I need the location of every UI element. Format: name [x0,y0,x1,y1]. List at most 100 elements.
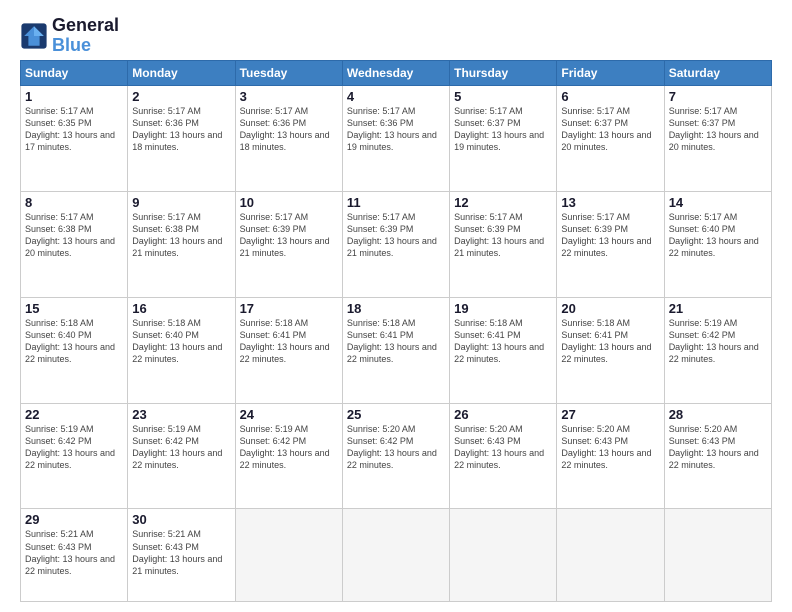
day-number: 26 [454,407,552,422]
calendar-day-cell: 19Sunrise: 5:18 AM Sunset: 6:41 PM Dayli… [450,297,557,403]
day-info: Sunrise: 5:17 AM Sunset: 6:36 PM Dayligh… [347,105,445,154]
day-info: Sunrise: 5:20 AM Sunset: 6:42 PM Dayligh… [347,423,445,472]
calendar-day-cell [557,509,664,602]
calendar-day-cell: 3Sunrise: 5:17 AM Sunset: 6:36 PM Daylig… [235,85,342,191]
day-number: 14 [669,195,767,210]
day-number: 18 [347,301,445,316]
calendar-day-cell: 28Sunrise: 5:20 AM Sunset: 6:43 PM Dayli… [664,403,771,509]
weekday-header: Wednesday [342,60,449,85]
calendar-day-cell: 7Sunrise: 5:17 AM Sunset: 6:37 PM Daylig… [664,85,771,191]
calendar-day-cell: 11Sunrise: 5:17 AM Sunset: 6:39 PM Dayli… [342,191,449,297]
calendar-day-cell: 8Sunrise: 5:17 AM Sunset: 6:38 PM Daylig… [21,191,128,297]
calendar-table: SundayMondayTuesdayWednesdayThursdayFrid… [20,60,772,602]
day-info: Sunrise: 5:21 AM Sunset: 6:43 PM Dayligh… [132,528,230,577]
day-number: 5 [454,89,552,104]
calendar-day-cell: 26Sunrise: 5:20 AM Sunset: 6:43 PM Dayli… [450,403,557,509]
day-info: Sunrise: 5:18 AM Sunset: 6:41 PM Dayligh… [561,317,659,366]
day-number: 16 [132,301,230,316]
day-number: 25 [347,407,445,422]
calendar-day-cell: 6Sunrise: 5:17 AM Sunset: 6:37 PM Daylig… [557,85,664,191]
day-info: Sunrise: 5:21 AM Sunset: 6:43 PM Dayligh… [25,528,123,577]
calendar-day-cell [450,509,557,602]
day-number: 1 [25,89,123,104]
calendar-day-cell: 22Sunrise: 5:19 AM Sunset: 6:42 PM Dayli… [21,403,128,509]
day-info: Sunrise: 5:17 AM Sunset: 6:39 PM Dayligh… [561,211,659,260]
calendar-week-row: 8Sunrise: 5:17 AM Sunset: 6:38 PM Daylig… [21,191,772,297]
calendar-day-cell: 10Sunrise: 5:17 AM Sunset: 6:39 PM Dayli… [235,191,342,297]
calendar-day-cell: 24Sunrise: 5:19 AM Sunset: 6:42 PM Dayli… [235,403,342,509]
weekday-header: Monday [128,60,235,85]
weekday-header: Sunday [21,60,128,85]
day-number: 22 [25,407,123,422]
calendar-day-cell: 27Sunrise: 5:20 AM Sunset: 6:43 PM Dayli… [557,403,664,509]
calendar-day-cell: 23Sunrise: 5:19 AM Sunset: 6:42 PM Dayli… [128,403,235,509]
day-number: 24 [240,407,338,422]
day-number: 7 [669,89,767,104]
day-number: 21 [669,301,767,316]
calendar-day-cell: 14Sunrise: 5:17 AM Sunset: 6:40 PM Dayli… [664,191,771,297]
day-number: 17 [240,301,338,316]
day-number: 27 [561,407,659,422]
day-info: Sunrise: 5:17 AM Sunset: 6:37 PM Dayligh… [669,105,767,154]
calendar-day-cell: 12Sunrise: 5:17 AM Sunset: 6:39 PM Dayli… [450,191,557,297]
calendar-week-row: 22Sunrise: 5:19 AM Sunset: 6:42 PM Dayli… [21,403,772,509]
day-number: 8 [25,195,123,210]
logo-text: General Blue [52,16,119,56]
day-info: Sunrise: 5:19 AM Sunset: 6:42 PM Dayligh… [132,423,230,472]
day-info: Sunrise: 5:17 AM Sunset: 6:37 PM Dayligh… [454,105,552,154]
day-number: 13 [561,195,659,210]
calendar-day-cell: 4Sunrise: 5:17 AM Sunset: 6:36 PM Daylig… [342,85,449,191]
day-info: Sunrise: 5:17 AM Sunset: 6:37 PM Dayligh… [561,105,659,154]
day-info: Sunrise: 5:19 AM Sunset: 6:42 PM Dayligh… [25,423,123,472]
calendar-day-cell: 18Sunrise: 5:18 AM Sunset: 6:41 PM Dayli… [342,297,449,403]
weekday-header: Friday [557,60,664,85]
calendar-week-row: 15Sunrise: 5:18 AM Sunset: 6:40 PM Dayli… [21,297,772,403]
day-info: Sunrise: 5:18 AM Sunset: 6:41 PM Dayligh… [347,317,445,366]
day-info: Sunrise: 5:17 AM Sunset: 6:39 PM Dayligh… [347,211,445,260]
day-info: Sunrise: 5:17 AM Sunset: 6:40 PM Dayligh… [669,211,767,260]
day-info: Sunrise: 5:18 AM Sunset: 6:41 PM Dayligh… [240,317,338,366]
day-number: 30 [132,512,230,527]
day-info: Sunrise: 5:19 AM Sunset: 6:42 PM Dayligh… [669,317,767,366]
calendar-day-cell [664,509,771,602]
calendar-day-cell: 29Sunrise: 5:21 AM Sunset: 6:43 PM Dayli… [21,509,128,602]
calendar-day-cell: 15Sunrise: 5:18 AM Sunset: 6:40 PM Dayli… [21,297,128,403]
day-info: Sunrise: 5:17 AM Sunset: 6:38 PM Dayligh… [132,211,230,260]
day-info: Sunrise: 5:17 AM Sunset: 6:39 PM Dayligh… [454,211,552,260]
calendar-day-cell: 5Sunrise: 5:17 AM Sunset: 6:37 PM Daylig… [450,85,557,191]
calendar-day-cell: 1Sunrise: 5:17 AM Sunset: 6:35 PM Daylig… [21,85,128,191]
page: General Blue SundayMondayTuesdayWednesda… [0,0,792,612]
day-number: 9 [132,195,230,210]
weekday-header: Thursday [450,60,557,85]
day-number: 6 [561,89,659,104]
calendar-header-row: SundayMondayTuesdayWednesdayThursdayFrid… [21,60,772,85]
calendar-week-row: 1Sunrise: 5:17 AM Sunset: 6:35 PM Daylig… [21,85,772,191]
day-info: Sunrise: 5:18 AM Sunset: 6:40 PM Dayligh… [25,317,123,366]
weekday-header: Tuesday [235,60,342,85]
calendar-day-cell [235,509,342,602]
weekday-header: Saturday [664,60,771,85]
day-number: 12 [454,195,552,210]
calendar-day-cell: 13Sunrise: 5:17 AM Sunset: 6:39 PM Dayli… [557,191,664,297]
day-number: 11 [347,195,445,210]
day-number: 15 [25,301,123,316]
calendar-day-cell: 9Sunrise: 5:17 AM Sunset: 6:38 PM Daylig… [128,191,235,297]
day-number: 4 [347,89,445,104]
day-number: 28 [669,407,767,422]
logo-icon [20,22,48,50]
day-info: Sunrise: 5:20 AM Sunset: 6:43 PM Dayligh… [454,423,552,472]
calendar-week-row: 29Sunrise: 5:21 AM Sunset: 6:43 PM Dayli… [21,509,772,602]
calendar-day-cell: 16Sunrise: 5:18 AM Sunset: 6:40 PM Dayli… [128,297,235,403]
calendar-day-cell: 25Sunrise: 5:20 AM Sunset: 6:42 PM Dayli… [342,403,449,509]
day-number: 3 [240,89,338,104]
calendar-day-cell: 30Sunrise: 5:21 AM Sunset: 6:43 PM Dayli… [128,509,235,602]
day-info: Sunrise: 5:17 AM Sunset: 6:36 PM Dayligh… [240,105,338,154]
calendar-day-cell [342,509,449,602]
calendar-day-cell: 21Sunrise: 5:19 AM Sunset: 6:42 PM Dayli… [664,297,771,403]
day-info: Sunrise: 5:19 AM Sunset: 6:42 PM Dayligh… [240,423,338,472]
day-number: 10 [240,195,338,210]
day-info: Sunrise: 5:20 AM Sunset: 6:43 PM Dayligh… [561,423,659,472]
day-info: Sunrise: 5:20 AM Sunset: 6:43 PM Dayligh… [669,423,767,472]
day-info: Sunrise: 5:17 AM Sunset: 6:35 PM Dayligh… [25,105,123,154]
day-info: Sunrise: 5:17 AM Sunset: 6:38 PM Dayligh… [25,211,123,260]
